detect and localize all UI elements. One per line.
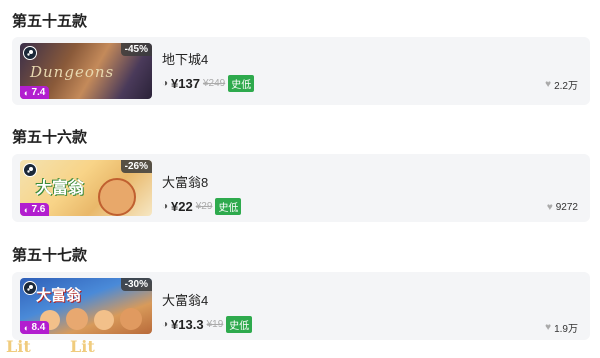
steam-icon	[23, 163, 37, 177]
price-icon: ◑	[162, 78, 169, 89]
likes-count: 1.9万	[554, 324, 578, 335]
likes-count: 9272	[555, 202, 578, 213]
section-title: 第五十七款	[12, 247, 88, 264]
current-price: ¥137	[171, 76, 200, 91]
rating-badge: ◐ 7.6	[20, 203, 50, 216]
game-name[interactable]: 大富翁4	[162, 290, 208, 309]
lowest-price-badge: 史低	[228, 75, 255, 92]
thumb-logo-text: 大富翁	[36, 287, 82, 304]
discount-badge: -26%	[120, 160, 152, 173]
discount-badge: -30%	[120, 278, 152, 291]
thumb-logo-text: Dungeons	[30, 63, 115, 81]
game-thumbnail[interactable]: Dungeons -45% ◐ 7.4	[20, 43, 152, 99]
controller-icon: ◐	[24, 204, 30, 215]
rating-value: 7.6	[31, 204, 46, 215]
current-price: ¥22	[171, 199, 193, 214]
likes[interactable]: ♥ 9272	[547, 202, 578, 213]
rating-badge: ◐ 7.4	[20, 86, 50, 99]
rating-value: 8.4	[31, 322, 46, 333]
section-title: 第五十五款	[12, 13, 88, 30]
game-thumbnail[interactable]: 大富翁 -26% ◐ 7.6	[20, 160, 152, 216]
current-price: ¥13.3	[171, 317, 204, 332]
rating-value: 7.4	[31, 87, 46, 98]
heart-icon: ♥	[545, 79, 552, 90]
game-thumbnail[interactable]: 大富翁 -30% ◐ 8.4	[20, 278, 152, 334]
likes[interactable]: ♥ 2.2万	[545, 77, 578, 92]
price-row: ◑ ¥13.3 ¥19 史低	[162, 316, 253, 333]
character-illustration	[94, 310, 114, 330]
character-illustration	[98, 178, 136, 216]
price-row: ◑ ¥22 ¥29 史低	[162, 198, 242, 215]
character-illustration	[120, 308, 142, 330]
character-illustration	[66, 308, 88, 330]
game-card[interactable]: 大富翁 -26% ◐ 7.6 大富翁8 ◑ ¥22 ¥29 史低 ♥ 9272	[12, 154, 590, 222]
likes[interactable]: ♥ 1.9万	[545, 320, 578, 335]
thumb-logo-text: 大富翁	[36, 180, 85, 197]
price-row: ◑ ¥137 ¥249 史低	[162, 75, 255, 92]
lowest-price-badge: 史低	[226, 316, 253, 333]
rating-badge: ◐ 8.4	[20, 321, 50, 334]
price-icon: ◑	[162, 319, 169, 330]
game-name[interactable]: 大富翁8	[162, 172, 208, 191]
section-title: 第五十六款	[12, 129, 88, 146]
likes-count: 2.2万	[554, 81, 578, 92]
steam-icon	[23, 46, 37, 60]
original-price: ¥249	[202, 78, 226, 89]
controller-icon: ◐	[24, 322, 30, 333]
watermark-text: Lit	[6, 337, 31, 356]
steam-icon	[23, 281, 37, 295]
game-name[interactable]: 地下城4	[162, 49, 208, 68]
discount-badge: -45%	[120, 43, 152, 56]
watermark-text: Lit	[70, 337, 95, 356]
lowest-price-badge: 史低	[215, 198, 242, 215]
heart-icon: ♥	[545, 322, 552, 333]
original-price: ¥19	[206, 319, 224, 330]
game-card[interactable]: 大富翁 -30% ◐ 8.4 大富翁4 ◑ ¥13.3 ¥19 史低 ♥ 1.9…	[12, 272, 590, 340]
heart-icon: ♥	[546, 202, 553, 213]
game-card[interactable]: Dungeons -45% ◐ 7.4 地下城4 ◑ ¥137 ¥249 史低 …	[12, 37, 590, 105]
original-price: ¥29	[195, 201, 213, 212]
controller-icon: ◐	[24, 87, 30, 98]
price-icon: ◑	[162, 201, 169, 212]
